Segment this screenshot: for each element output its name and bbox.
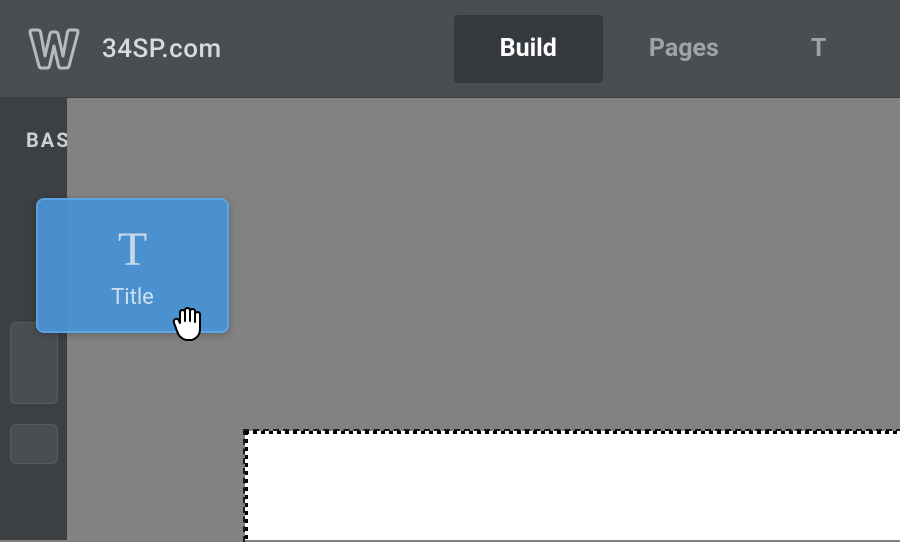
sidebar-element-placeholder[interactable] xyxy=(10,322,58,404)
nav-tabs: Build Pages T xyxy=(454,0,827,97)
title-icon: T xyxy=(118,222,147,277)
grab-cursor-icon xyxy=(168,303,206,343)
tab-build[interactable]: Build xyxy=(454,15,603,83)
tab-pages[interactable]: Pages xyxy=(603,15,765,83)
app-header: 34SP.com Build Pages T xyxy=(0,0,900,98)
title-element-label: Title xyxy=(111,285,154,310)
sidebar-element-placeholder[interactable] xyxy=(10,424,58,464)
site-name[interactable]: 34SP.com xyxy=(102,34,222,64)
weebly-logo-icon xyxy=(28,28,80,70)
tab-theme[interactable]: T xyxy=(765,15,827,83)
sidebar-section-title: BAS xyxy=(0,128,67,152)
page-dropzone[interactable] xyxy=(245,431,900,540)
logo-group: 34SP.com xyxy=(28,28,222,70)
